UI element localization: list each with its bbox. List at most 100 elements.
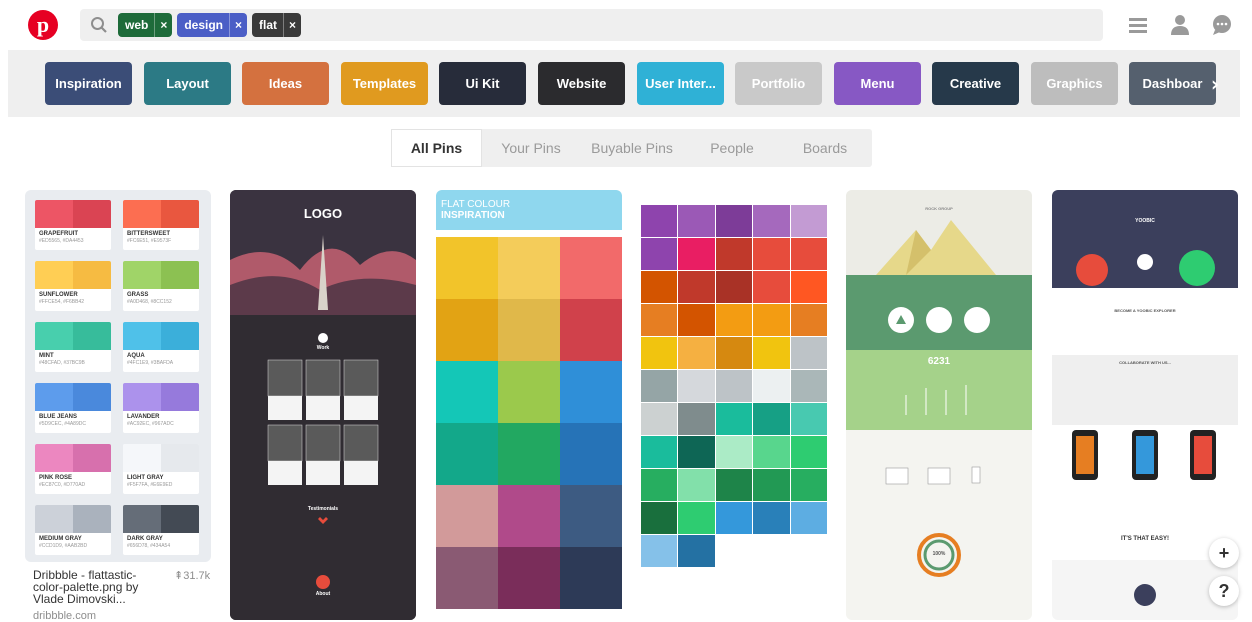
pinterest-logo-icon[interactable]: p xyxy=(28,10,58,40)
color-cell xyxy=(436,361,498,423)
messages-icon[interactable] xyxy=(1210,13,1234,37)
top-bar: p web × design × flat × xyxy=(0,0,1252,50)
category-user-inter[interactable]: User Inter... xyxy=(637,62,724,105)
color-cell xyxy=(715,469,753,501)
color-cell xyxy=(790,205,827,237)
swatch-colors xyxy=(123,383,199,411)
color-cell xyxy=(715,205,753,237)
remove-tag-icon[interactable]: × xyxy=(229,13,247,37)
search-bar[interactable]: web × design × flat × xyxy=(80,9,1103,41)
color-cell xyxy=(678,403,715,435)
color-cell xyxy=(715,304,753,336)
color-cell xyxy=(753,469,790,501)
profile-icon[interactable] xyxy=(1168,13,1192,37)
tab-all-pins[interactable]: All Pins xyxy=(391,129,482,167)
color-cell xyxy=(790,238,827,270)
swatch-name: GRASS xyxy=(127,292,149,298)
chevron-right-icon[interactable]: › xyxy=(1203,72,1227,96)
category-templates[interactable]: Templates xyxy=(341,62,428,105)
pin-dark-portfolio[interactable]: LOGO Work Testimonials About xyxy=(230,190,416,620)
add-pin-button[interactable]: + xyxy=(1209,538,1239,568)
pin-flat-ui-colors[interactable] xyxy=(641,190,827,620)
color-cell xyxy=(715,271,753,303)
color-cell xyxy=(790,469,827,501)
category-portfolio[interactable]: Portfolio xyxy=(735,62,822,105)
menu-icon[interactable] xyxy=(1127,13,1151,37)
palette-swatch: AQUA #4FC1E9, #3BAFDA xyxy=(123,322,199,372)
tab-buyable-pins[interactable]: Buyable Pins xyxy=(579,129,685,167)
color-cell xyxy=(436,485,498,547)
color-cell xyxy=(753,337,790,369)
category-menu[interactable]: Menu xyxy=(834,62,921,105)
color-cell xyxy=(498,547,560,609)
category-bar: Dashboar Graphics Creative Menu Portfolio Use… xyxy=(8,50,1240,117)
pin-save-count: ⇞31.7k xyxy=(174,570,211,582)
color-cell xyxy=(715,403,753,435)
color-cell xyxy=(753,304,790,336)
color-cell xyxy=(715,238,753,270)
yoobic-cta: IT'S THAT EASY! xyxy=(1121,536,1169,542)
color-cell xyxy=(498,423,560,485)
color-cell xyxy=(678,436,715,468)
flat-colour-grid xyxy=(436,237,622,620)
palette-swatch: PINK ROSE #EC87C0, #D770AD xyxy=(35,444,111,494)
remove-tag-icon[interactable]: × xyxy=(154,13,172,37)
swatch-hex: #656D78, #434A54 xyxy=(127,543,171,549)
remove-tag-icon[interactable]: × xyxy=(283,13,301,37)
tab-your-pins[interactable]: Your Pins xyxy=(487,129,575,167)
swatch-colors xyxy=(123,322,199,350)
color-cell xyxy=(715,370,753,402)
swatch-colors xyxy=(123,200,199,228)
palette-swatch: LIGHT GRAY #F5F7FA, #E6E9ED xyxy=(123,444,199,494)
landing-percent: 100% xyxy=(932,551,946,557)
tab-people[interactable]: People xyxy=(691,129,773,167)
help-button[interactable]: ? xyxy=(1209,576,1239,606)
category-creative[interactable]: Creative xyxy=(932,62,1019,105)
color-cell xyxy=(436,237,498,299)
category-ideas[interactable]: Ideas xyxy=(242,62,329,105)
color-cell xyxy=(641,469,678,501)
color-cell xyxy=(678,469,715,501)
palette-swatch: GRAPEFRUIT #ED5565, #DA4453 xyxy=(35,200,111,250)
pin-rock-group-landing[interactable]: ROCK GROUP 6231 100% xyxy=(846,190,1032,620)
pin-domain[interactable]: dribbble.com xyxy=(33,610,96,622)
color-cell xyxy=(790,403,827,435)
swatch-hex: #5D9CEC, #4A89DC xyxy=(39,421,86,427)
color-cell xyxy=(678,502,715,534)
ui-colors-grid xyxy=(641,205,827,620)
category-inspiration[interactable]: Inspiration xyxy=(45,62,132,105)
category-website[interactable]: Website xyxy=(538,62,625,105)
swatch-name: LIGHT GRAY xyxy=(127,475,164,481)
search-tag-web[interactable]: web × xyxy=(118,13,173,37)
pin-flat-colour-inspiration[interactable]: FLAT COLOUR INSPIRATION xyxy=(436,190,622,620)
palette-swatch: LAVANDER #AC92EC, #967ADC xyxy=(123,383,199,433)
category-graphics[interactable]: Graphics xyxy=(1031,62,1118,105)
swatch-name: GRAPEFRUIT xyxy=(39,231,78,237)
search-tag-design[interactable]: design × xyxy=(177,13,248,37)
color-cell xyxy=(498,485,560,547)
category-ui-kit[interactable]: Ui Kit xyxy=(439,62,526,105)
swatch-name: PINK ROSE xyxy=(39,475,73,481)
flat-colour-header: FLAT COLOUR INSPIRATION xyxy=(436,190,622,230)
search-tag-flat[interactable]: flat × xyxy=(252,13,302,37)
landing-section-title: ROCK GROUP xyxy=(925,206,953,211)
color-cell xyxy=(753,403,790,435)
pin-color-palette[interactable]: GRAPEFRUIT #ED5565, #DA4453 BITTERSWEET #FC… xyxy=(25,190,211,562)
color-cell xyxy=(641,271,678,303)
color-cell xyxy=(790,271,827,303)
swatch-hex: #EC87C0, #D770AD xyxy=(39,482,86,488)
palette-swatch: MEDIUM GRAY #CCD1D9, #AAB2BD xyxy=(35,505,111,555)
color-cell xyxy=(641,535,678,567)
color-cell xyxy=(790,304,827,336)
category-layout[interactable]: Layout xyxy=(144,62,231,105)
color-cell xyxy=(436,299,498,361)
palette-swatch: MINT #48CFAD, #37BC9B xyxy=(35,322,111,372)
color-cell xyxy=(560,547,622,609)
tab-boards[interactable]: Boards xyxy=(781,129,869,167)
color-cell xyxy=(753,370,790,402)
color-cell xyxy=(678,304,715,336)
pin-caption[interactable]: Dribbble - flattastic-color-palette.png … xyxy=(33,569,148,605)
color-cell xyxy=(641,370,678,402)
swatch-colors xyxy=(35,200,111,228)
color-cell xyxy=(753,205,790,237)
